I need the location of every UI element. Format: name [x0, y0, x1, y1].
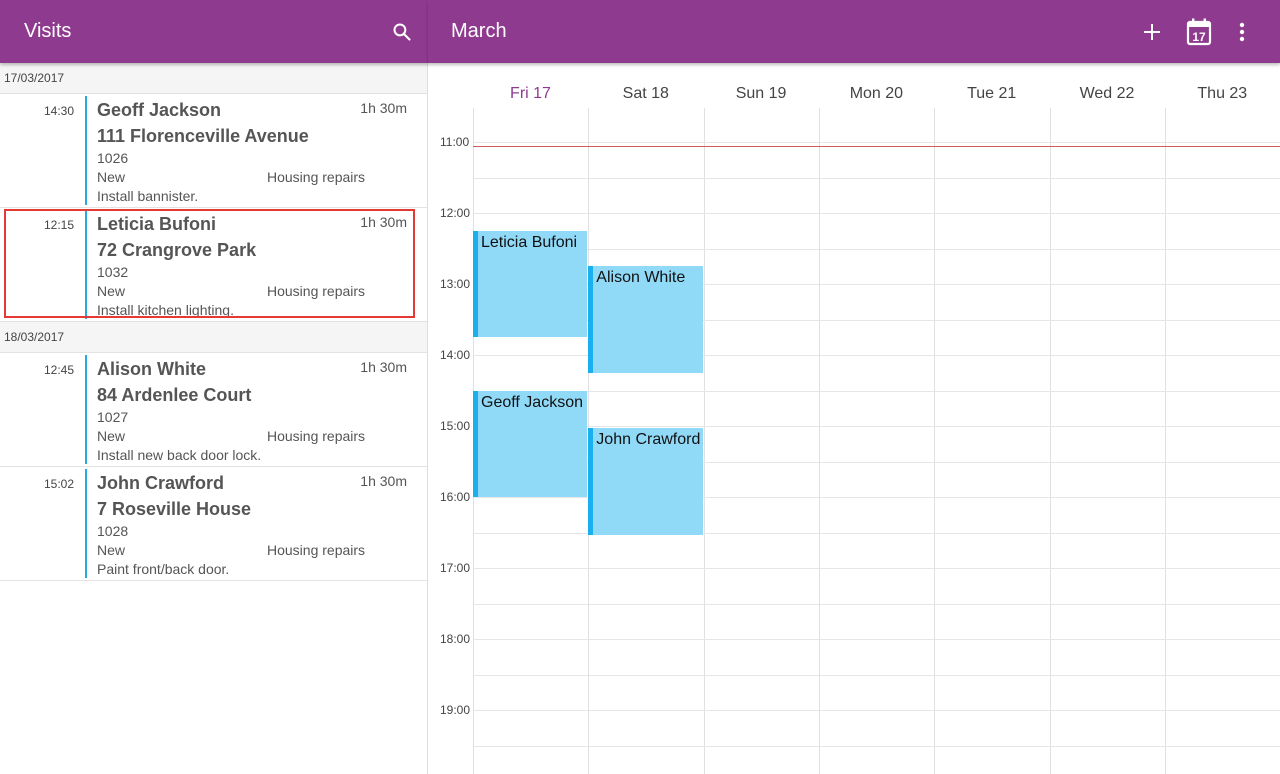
visit-code: 1027: [97, 409, 129, 425]
month-title: March: [451, 20, 507, 42]
visit-address: 84 Ardenlee Court: [97, 385, 252, 405]
time-slot-line: [473, 142, 1280, 143]
visit-address: 7 Roseville House: [97, 499, 252, 519]
visit-code: 1028: [97, 523, 129, 539]
calendar-today-button[interactable]: 17: [1179, 0, 1219, 63]
day-header[interactable]: Mon 20: [819, 85, 934, 103]
hour-label: 11:00: [440, 135, 470, 149]
visit-list-item[interactable]: 12:45 Alison White 1h 30m 84 Ardenlee Co…: [0, 353, 427, 467]
time-slot-line: [473, 603, 1280, 605]
time-slot-line: [473, 745, 1280, 747]
visit-list-item[interactable]: 14:30 Geoff Jackson 1h 30m 111 Florencev…: [0, 94, 427, 208]
day-header[interactable]: Tue 21: [934, 85, 1049, 103]
plus-icon: [1144, 23, 1160, 40]
visit-address: 111 Florenceville Avenue: [97, 126, 309, 146]
calendar-grid[interactable]: Leticia Bufoni Alison White Geoff Jackson J…: [473, 108, 1280, 774]
hour-label: 18:00: [440, 632, 471, 646]
visit-client-name: Geoff Jackson: [97, 100, 222, 120]
hour-label: 19:00: [440, 703, 471, 717]
more-vert-icon: [1239, 22, 1245, 41]
hour-label: 12:00: [440, 206, 471, 220]
visit-duration: 1h 30m: [360, 473, 407, 489]
visit-list-item[interactable]: 15:02 John Crawford 1h 30m 7 Roseville H…: [0, 467, 427, 581]
time-slot-line: [473, 674, 1280, 676]
visit-color-bar: [85, 210, 87, 319]
calendar-event[interactable]: Leticia Bufoni: [473, 230, 588, 338]
visit-address: 72 Crangrove Park: [97, 240, 257, 260]
visit-duration: 1h 30m: [360, 359, 407, 375]
visit-description: Install kitchen lighting.: [97, 302, 234, 318]
visit-time: 12:45: [44, 363, 75, 377]
day-header[interactable]: Sun 19: [704, 85, 819, 103]
visit-time: 15:02: [44, 477, 75, 491]
event-title: John Crawford: [596, 431, 701, 449]
date-header: 17/03/2017: [0, 63, 427, 94]
visit-status: New: [97, 169, 126, 185]
time-slot-line: [473, 390, 1280, 392]
day-header[interactable]: Wed 22: [1050, 85, 1165, 103]
visit-color-bar: [85, 355, 87, 464]
calendar-event[interactable]: Geoff Jackson: [473, 390, 588, 497]
visit-description: Install new back door lock.: [97, 447, 262, 463]
day-headers: Fri 17 Sat 18 Sun 19 Mon 20 Tue 21 Wed 22 Thu …: [473, 63, 1280, 108]
visit-client-name: John Crawford: [97, 473, 225, 493]
hour-label: 15:00: [440, 419, 471, 433]
time-slot-line: [473, 710, 1280, 711]
calendar-icon: 17: [1186, 18, 1212, 45]
day-header[interactable]: Thu 23: [1165, 85, 1280, 103]
visit-category: Housing repairs: [267, 542, 366, 558]
hour-label: 13:00: [440, 277, 471, 291]
day-header[interactable]: Sat 18: [588, 85, 703, 103]
visit-duration: 1h 30m: [360, 100, 407, 116]
visit-status: New: [97, 542, 126, 558]
visit-code: 1032: [97, 264, 129, 280]
hour-label: 17:00: [440, 561, 471, 575]
hour-label: 16:00: [440, 490, 471, 504]
date-header: 18/03/2017: [0, 322, 427, 353]
visit-list-item[interactable]: 12:15 Leticia Bufoni 1h 30m 72 Crangrove…: [0, 208, 427, 322]
visits-title: Visits: [24, 20, 72, 42]
time-slot-line: [473, 568, 1280, 569]
search-button[interactable]: [382, 0, 422, 63]
time-slot-line: [473, 213, 1280, 214]
more-options-button[interactable]: [1222, 0, 1262, 63]
visit-category: Housing repairs: [267, 428, 366, 444]
visit-status: New: [97, 428, 126, 444]
calendar-day-number: 17: [1192, 30, 1206, 44]
time-slot-line: [473, 177, 1280, 179]
visit-category: Housing repairs: [267, 283, 366, 299]
visits-app-bar: Visits: [0, 0, 428, 63]
current-time-indicator: [473, 145, 1280, 147]
event-title: Geoff Jackson: [481, 393, 583, 411]
visit-category: Housing repairs: [267, 169, 366, 185]
visit-client-name: Alison White: [97, 359, 206, 379]
visit-duration: 1h 30m: [360, 214, 407, 230]
calendar-event[interactable]: Alison White: [588, 266, 703, 373]
visit-time: 14:30: [44, 104, 75, 118]
time-slot-line: [473, 639, 1280, 640]
visit-status: New: [97, 283, 126, 299]
week-calendar: Fri 17 Sat 18 Sun 19 Mon 20 Tue 21 Wed 22 Thu …: [428, 63, 1280, 774]
visit-code: 1026: [97, 150, 129, 166]
calendar-event[interactable]: John Crawford: [588, 428, 703, 535]
hour-label: 14:00: [440, 348, 471, 362]
time-slot-line: [473, 426, 1280, 427]
visit-time: 12:15: [44, 218, 75, 232]
time-slot-line: [473, 248, 1280, 250]
visit-description: Paint front/back door.: [97, 561, 230, 577]
visit-description: Install bannister.: [97, 188, 199, 204]
event-title: Leticia Bufoni: [481, 233, 578, 251]
calendar-app-bar: March 17: [428, 0, 1280, 63]
event-title: Alison White: [596, 269, 686, 287]
search-icon: [393, 23, 411, 41]
visit-color-bar: [85, 469, 87, 578]
day-header[interactable]: Fri 17: [473, 85, 588, 103]
visit-color-bar: [85, 96, 87, 205]
visit-client-name: Leticia Bufoni: [97, 214, 217, 234]
add-visit-button[interactable]: [1132, 0, 1172, 63]
visit-list: 17/03/2017 14:30 Geoff Jackson 1h 30m 11…: [0, 63, 428, 774]
